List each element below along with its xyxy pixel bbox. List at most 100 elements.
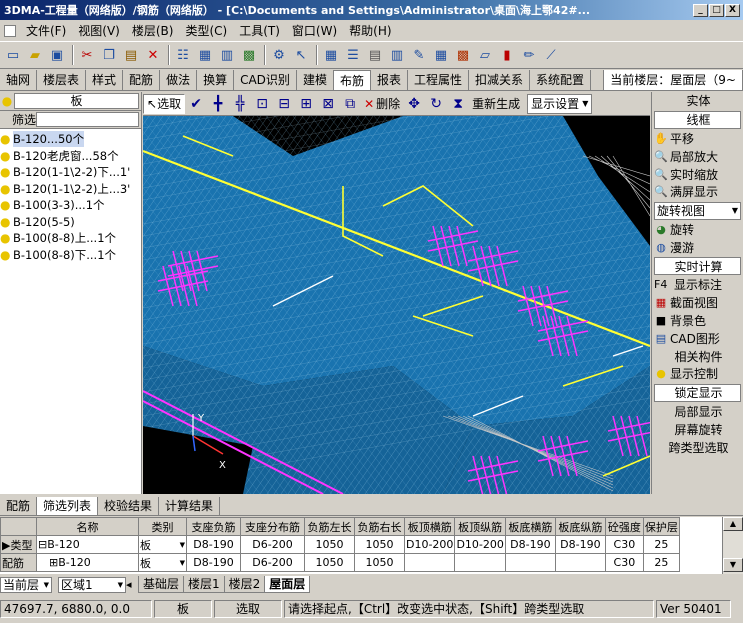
category-cell[interactable]: 板 ▼ — [138, 535, 187, 554]
roam-button[interactable]: ◍ 漫游 — [652, 238, 743, 256]
tab-axis[interactable]: 轴网 — [0, 70, 38, 90]
grid-cell[interactable]: C30 — [604, 535, 644, 554]
grid-cell[interactable]: 1050 — [354, 553, 405, 572]
table-row[interactable]: ▶类型 ⊟B-120 板 ▼ D8-190 D6-200 1050 1050 D1… — [0, 535, 680, 554]
realtime-calc-button[interactable]: 实时计算 — [654, 257, 741, 275]
collapse-icon[interactable]: ⊟ — [38, 538, 47, 551]
rotate-button[interactable]: ◕ 旋转 — [652, 221, 743, 239]
type-combo[interactable]: 板 — [14, 93, 139, 109]
tab-method[interactable]: 做法 — [160, 70, 198, 90]
image-icon[interactable]: ▩ — [239, 45, 259, 65]
display-settings-dropdown[interactable]: 显示设置 ▼ — [527, 93, 593, 114]
tab-floor-table[interactable]: 楼层表 — [37, 70, 87, 90]
floor-tab-2[interactable]: 楼层2 — [223, 576, 266, 593]
col-header[interactable]: 支座分布筋 — [240, 517, 305, 536]
grid-cell[interactable]: D8-190 — [186, 553, 241, 572]
region-icon-1[interactable]: ⊡ — [251, 94, 273, 114]
grid-cell[interactable] — [454, 553, 506, 572]
pencil-icon[interactable]: ✏ — [519, 45, 539, 65]
grid-cell[interactable]: D10-200 — [454, 535, 506, 554]
cad-graphics-button[interactable]: ▤ CAD图形 — [652, 329, 743, 347]
layout-icon[interactable]: ▥ — [217, 45, 237, 65]
grid-cell[interactable]: D10-200 — [403, 535, 456, 554]
col-header[interactable]: 板顶纵筋 — [454, 517, 506, 536]
delete-x-icon[interactable]: ✕ — [143, 45, 163, 65]
menu-file[interactable]: 文件(F) — [21, 20, 71, 41]
grid-cell[interactable]: 1050 — [304, 553, 355, 572]
table-icon[interactable]: ▦ — [195, 45, 215, 65]
grid-cell[interactable]: C30 — [604, 553, 644, 572]
current-layer-select[interactable]: 当前层 ▼ — [0, 576, 52, 593]
grid-cell[interactable]: 1050 — [354, 535, 405, 554]
list-item[interactable]: ● B-120(1-1\2-2)上...3' — [0, 181, 141, 198]
col-header[interactable]: 板底横筋 — [504, 517, 556, 536]
grid-cell[interactable]: D8-190 — [504, 535, 556, 554]
display-control-button[interactable]: ● 显示控制 — [652, 365, 743, 383]
related-components-button[interactable]: 相关构件 — [652, 347, 743, 365]
filter-input[interactable] — [36, 112, 139, 127]
grid2-icon[interactable]: ▦ — [431, 45, 451, 65]
pan-button[interactable]: ✋ 平移 — [652, 130, 743, 148]
grid-icon[interactable]: ▦ — [321, 45, 341, 65]
grid-cell[interactable]: D8-190 — [554, 535, 606, 554]
show-mark-button[interactable]: F4 显示标注 — [652, 276, 743, 294]
col-header[interactable]: 负筋左长 — [304, 517, 355, 536]
region-select[interactable]: 区域1 ▼ — [58, 576, 126, 593]
col-header[interactable]: 类别 — [138, 517, 187, 536]
col-header[interactable]: 负筋右长 — [354, 517, 405, 536]
menu-window[interactable]: 窗口(W) — [287, 20, 342, 41]
grid-scrollbar[interactable]: ▲ ▼ — [722, 517, 743, 574]
tab-filter-list[interactable]: 筛选列表 — [37, 497, 99, 515]
screen-rotate-button[interactable]: 屏幕旋转 — [652, 420, 743, 438]
cross-type-select-button[interactable]: 跨类型选取 — [652, 438, 743, 456]
region-icon-3[interactable]: ⊞ — [295, 94, 317, 114]
grid-cell[interactable]: D6-200 — [240, 553, 305, 572]
nav-left-icon[interactable]: ◂ — [126, 578, 138, 591]
col-header[interactable]: 板顶横筋 — [403, 517, 456, 536]
solid-button[interactable]: 实体 — [652, 92, 743, 110]
menu-tools[interactable]: 工具(T) — [234, 20, 285, 41]
scroll-up-icon[interactable]: ▲ — [723, 517, 743, 531]
tab-check-result[interactable]: 校验结果 — [98, 497, 160, 515]
list-item[interactable]: ● B-120...50个 — [0, 131, 141, 148]
tab-convert[interactable]: 换算 — [197, 70, 235, 90]
minimize-button[interactable]: _ — [693, 3, 708, 17]
floor-tab-1[interactable]: 楼层1 — [183, 576, 225, 593]
chevron-down-icon[interactable]: ▼ — [180, 537, 185, 553]
zoom-local-button[interactable]: 🔍 局部放大 — [652, 147, 743, 165]
select-button[interactable]: ↖ 选取 — [143, 93, 186, 114]
beam-icon[interactable]: ⟋ — [541, 45, 561, 65]
slab-icon[interactable]: ▱ — [475, 45, 495, 65]
name-cell[interactable]: ⊟B-120 — [36, 535, 139, 554]
regenerate-button[interactable]: 重新生成 — [469, 94, 523, 114]
bg-color-button[interactable]: ■ 背景色 — [652, 312, 743, 330]
new-file-icon[interactable]: ▭ — [3, 45, 23, 65]
tab-style[interactable]: 样式 — [86, 70, 124, 90]
grid-cell[interactable] — [504, 553, 556, 572]
col-header[interactable]: 名称 — [36, 517, 139, 536]
cross-icon[interactable]: ╋ — [207, 94, 229, 114]
menu-type[interactable]: 类型(C) — [180, 20, 232, 41]
open-folder-icon[interactable]: ▰ — [25, 45, 45, 65]
grid-cell[interactable] — [554, 553, 606, 572]
region-icon-5[interactable]: ⧉ — [339, 94, 361, 114]
category-cell[interactable]: 板 ▼ — [138, 553, 187, 572]
grid-cell[interactable]: 25 — [642, 535, 680, 554]
grid-cell[interactable]: D8-190 — [186, 535, 241, 554]
menu-view[interactable]: 视图(V) — [73, 20, 125, 41]
delete-button[interactable]: ✕ 删除 — [361, 94, 403, 114]
col-header[interactable]: 砼强度 — [604, 517, 644, 536]
list-item[interactable]: ● B-100(8-8)下...1个 — [0, 247, 141, 264]
edit-icon[interactable]: ✎ — [409, 45, 429, 65]
lock-display-button[interactable]: 锁定显示 — [654, 383, 741, 402]
menu-help[interactable]: 帮助(H) — [344, 20, 396, 41]
list-item[interactable]: ● B-120老虎窗...58个 — [0, 148, 141, 165]
list-item[interactable]: ● B-120(1-1\2-2)下...1' — [0, 164, 141, 181]
menu-floor[interactable]: 楼层(B) — [127, 20, 179, 41]
chevron-down-icon[interactable]: ▼ — [180, 555, 185, 571]
col-header[interactable]: 板底纵筋 — [554, 517, 606, 536]
copy-icon[interactable]: ❐ — [99, 45, 119, 65]
grid-cell[interactable]: D6-200 — [240, 535, 305, 554]
double-cross-icon[interactable]: ╬ — [229, 94, 251, 114]
tab-project-props[interactable]: 工程属性 — [408, 70, 469, 90]
